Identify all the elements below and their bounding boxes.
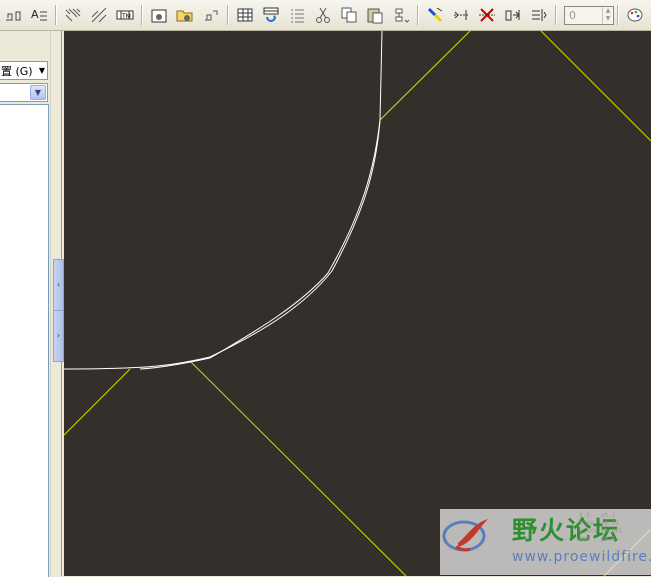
spinner-arrows[interactable]: ▲ ▼ bbox=[602, 6, 613, 24]
svg-text:TM: TM bbox=[121, 13, 131, 20]
toolbar-separator bbox=[417, 5, 419, 25]
show-settings-dropdown[interactable]: 置 (G) ▼ bbox=[0, 61, 48, 80]
folder-open-icon[interactable] bbox=[174, 4, 196, 26]
text-style-icon[interactable]: A bbox=[28, 4, 50, 26]
svg-text:A: A bbox=[31, 8, 39, 21]
edge-line-top bbox=[379, 31, 471, 121]
toolbar-separator bbox=[227, 5, 229, 25]
expand-right-button[interactable]: › bbox=[53, 310, 64, 362]
drawing-toolbar: A TM 0 ▲ ▼ bbox=[0, 0, 651, 31]
line-style-icon[interactable] bbox=[88, 4, 110, 26]
watermark-url: www.proewildfire.cn bbox=[512, 549, 651, 565]
value-spinner[interactable]: 0 ▲ ▼ bbox=[564, 5, 614, 25]
dropdown-arrow-icon[interactable]: ▼ bbox=[39, 66, 47, 75]
hatch-icon[interactable] bbox=[62, 4, 84, 26]
tolerance-row: X.X ±0.1 bbox=[579, 512, 616, 519]
model-tree-list[interactable] bbox=[0, 104, 49, 577]
toolbar-separator bbox=[555, 5, 557, 25]
tolerance-row: X.XX ±0.01 bbox=[579, 520, 619, 527]
copy-icon[interactable] bbox=[338, 4, 360, 26]
spinner-down-icon[interactable]: ▼ bbox=[602, 15, 613, 24]
table-icon[interactable] bbox=[234, 4, 256, 26]
sheet-icon[interactable] bbox=[148, 4, 170, 26]
align-view-icon[interactable] bbox=[528, 4, 550, 26]
align-icon[interactable] bbox=[2, 4, 24, 26]
highlight-icon[interactable] bbox=[424, 4, 446, 26]
yellow-edge-lines bbox=[64, 31, 651, 576]
repeat-region-icon[interactable] bbox=[286, 4, 308, 26]
paste-icon[interactable] bbox=[364, 4, 386, 26]
white-fillet-curves bbox=[64, 31, 383, 370]
paste-special-icon[interactable] bbox=[390, 4, 412, 26]
spinner-value[interactable]: 0 bbox=[565, 9, 602, 22]
fillet-curve-outer bbox=[64, 31, 383, 370]
erase-icon[interactable] bbox=[450, 4, 472, 26]
cut-icon[interactable] bbox=[312, 4, 334, 26]
fillet-curve-inner bbox=[139, 119, 381, 370]
regenerate-table-icon[interactable] bbox=[260, 4, 282, 26]
panel-splitter[interactable]: ‹ › bbox=[50, 31, 65, 576]
toolbar-separator bbox=[55, 5, 57, 25]
filter-combo[interactable]: ▼ bbox=[0, 83, 48, 102]
tolerance-row: ANG ±0.5 bbox=[579, 536, 616, 543]
move-icon[interactable] bbox=[502, 4, 524, 26]
toolbar-separator bbox=[617, 5, 619, 25]
edge-line-bottom bbox=[189, 360, 407, 576]
relocate-icon[interactable] bbox=[200, 4, 222, 26]
toolbar-separator bbox=[141, 5, 143, 25]
left-panel: 置 (G) ▼ ▼ bbox=[0, 31, 50, 577]
palette-icon[interactable] bbox=[624, 4, 646, 26]
graphics-canvas[interactable]: 野火论坛 www.proewildfire.cn X.X ±0.1 X.XX ±… bbox=[64, 31, 651, 576]
chevron-down-icon[interactable]: ▼ bbox=[30, 85, 46, 100]
spinner-up-icon[interactable]: ▲ bbox=[602, 6, 613, 15]
edge-line-left bbox=[64, 368, 131, 436]
dropdown-label: 置 (G) bbox=[1, 64, 33, 78]
forum-logo-icon bbox=[442, 519, 488, 552]
delete-icon[interactable] bbox=[476, 4, 498, 26]
drawing-geometry bbox=[64, 31, 651, 576]
tolerance-table: X.X ±0.1 X.XX ±0.01 X.XXX ±0.001 ANG ±0.… bbox=[579, 512, 622, 544]
edge-line-top-right bbox=[540, 31, 651, 142]
table-format-icon[interactable]: TM bbox=[114, 4, 136, 26]
tolerance-row: X.XXX ±0.001 bbox=[579, 528, 623, 535]
collapse-left-button[interactable]: ‹ bbox=[53, 259, 64, 311]
